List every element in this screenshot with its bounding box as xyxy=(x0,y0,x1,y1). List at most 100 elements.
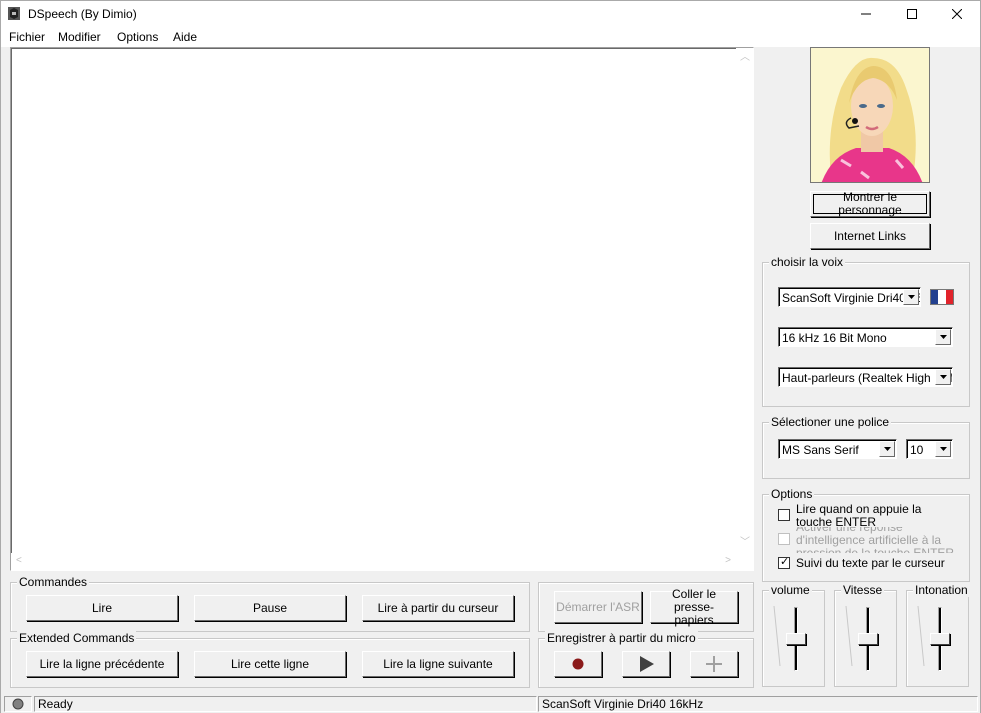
voice-select-value: ScanSoft Virginie Dri40 16kHz xyxy=(782,291,920,305)
option-read-on-enter-checkbox[interactable] xyxy=(778,509,790,521)
read-previous-line-button[interactable]: Lire la ligne précédente xyxy=(26,651,178,677)
speed-label: Vitesse xyxy=(841,583,885,597)
commands-group-label: Commandes xyxy=(17,575,90,589)
close-icon xyxy=(952,9,962,19)
window-title: DSpeech (By Dimio) xyxy=(28,7,137,21)
flag-stripe-blue xyxy=(931,290,939,304)
play-button[interactable] xyxy=(622,651,670,677)
character-image xyxy=(811,48,929,182)
option-ai-response: Activer une réponse d'intelligence artif… xyxy=(778,527,956,553)
scroll-right-icon[interactable]: > xyxy=(725,556,731,566)
close-button[interactable] xyxy=(934,1,980,27)
audio-format-select[interactable]: 16 kHz 16 Bit Mono xyxy=(778,327,953,347)
read-button-label: Lire xyxy=(91,600,112,615)
volume-group: volume xyxy=(762,583,825,687)
read-from-cursor-label: Lire à partir du curseur xyxy=(377,600,499,615)
title-bar: DSpeech (By Dimio) xyxy=(1,1,980,27)
option-ai-response-checkbox xyxy=(778,533,790,545)
speed-group: Vitesse xyxy=(834,583,897,687)
audio-output-select[interactable]: Haut-parleurs (Realtek High Definition A… xyxy=(778,367,953,387)
voice-select[interactable]: ScanSoft Virginie Dri40 16kHz xyxy=(778,287,921,307)
font-size-value: 10 xyxy=(910,443,924,457)
paste-clipboard-button[interactable]: Coller le presse-papiers xyxy=(650,587,738,626)
menu-bar: Fichier Modifier Options Aide xyxy=(1,27,980,47)
volume-slider-thumb[interactable] xyxy=(786,633,806,645)
internet-links-label: Internet Links xyxy=(833,228,907,243)
read-from-cursor-button[interactable]: Lire à partir du curseur xyxy=(362,595,514,621)
start-asr-label: Démarrer l'ASR xyxy=(556,599,640,614)
show-character-label: Montrer le personnage xyxy=(838,190,902,217)
status-voice: ScanSoft Virginie Dri40 16kHz xyxy=(538,696,978,712)
show-character-button[interactable]: Montrer le personnage xyxy=(810,191,930,217)
audio-output-value: Haut-parleurs (Realtek High Definition A… xyxy=(782,371,952,385)
voice-group-label: choisir la voix xyxy=(769,255,846,269)
scroll-down-icon[interactable]: ﹀ xyxy=(740,538,750,548)
chevron-down-icon[interactable] xyxy=(935,369,951,385)
intonation-label: Intonation xyxy=(913,583,970,597)
scroll-left-icon[interactable]: < xyxy=(16,556,22,566)
extended-commands-label: Extended Commands xyxy=(17,631,137,645)
option-read-on-enter[interactable]: Lire quand on appuie la touche ENTER xyxy=(778,503,956,529)
option-follow-cursor-label: Suivi du texte par le curseur xyxy=(796,556,945,570)
menu-fichier[interactable]: Fichier xyxy=(9,30,45,44)
app-window: DSpeech (By Dimio) Fichier Modifier Opti… xyxy=(0,0,981,713)
menu-aide[interactable]: Aide xyxy=(173,30,197,44)
read-previous-line-label: Lire la ligne précédente xyxy=(39,656,165,671)
status-bar: Ready ScanSoft Virginie Dri40 16kHz xyxy=(1,694,980,713)
speed-ticks-icon xyxy=(845,606,853,666)
status-led-icon xyxy=(12,698,24,710)
audio-format-value: 16 kHz 16 Bit Mono xyxy=(782,331,887,345)
volume-label: volume xyxy=(769,583,812,597)
internet-links-button[interactable]: Internet Links xyxy=(810,223,930,249)
read-button[interactable]: Lire xyxy=(26,595,178,621)
minimize-button[interactable] xyxy=(843,1,889,27)
menu-options[interactable]: Options xyxy=(117,30,158,44)
scroll-up-icon[interactable]: ︿ xyxy=(740,53,750,63)
volume-ticks-icon xyxy=(773,606,781,666)
record-button[interactable] xyxy=(554,651,602,677)
option-follow-cursor-checkbox[interactable] xyxy=(778,556,790,569)
play-icon xyxy=(640,656,654,672)
options-group-label: Options xyxy=(769,487,815,501)
maximize-icon xyxy=(907,9,917,19)
read-next-line-button[interactable]: Lire la ligne suivante xyxy=(362,651,514,677)
menu-modifier[interactable]: Modifier xyxy=(58,30,101,44)
record-icon xyxy=(572,658,584,670)
intonation-slider-thumb[interactable] xyxy=(930,633,950,645)
plus-icon xyxy=(706,656,722,672)
vertical-scrollbar[interactable]: ︿ ﹀ xyxy=(736,48,753,554)
maximize-button[interactable] xyxy=(889,1,935,27)
status-indicator xyxy=(4,696,32,712)
paste-clipboard-label: Coller le presse-papiers xyxy=(671,586,716,627)
minimize-icon xyxy=(861,13,871,15)
record-group-label: Enregistrer à partir du micro xyxy=(545,631,698,645)
option-follow-cursor[interactable]: Suivi du texte par le curseur xyxy=(778,556,956,571)
start-asr-button: Démarrer l'ASR xyxy=(554,591,642,623)
font-group-label: Sélectioner une police xyxy=(769,415,892,429)
character-avatar xyxy=(810,47,930,183)
horizontal-scrollbar[interactable]: < > xyxy=(11,553,736,570)
intonation-ticks-icon xyxy=(917,606,925,666)
status-text: Ready xyxy=(34,696,537,712)
add-button[interactable] xyxy=(690,651,738,677)
chevron-down-icon[interactable] xyxy=(903,289,919,305)
chevron-down-icon[interactable] xyxy=(935,329,951,345)
pause-button-label: Pause xyxy=(252,600,288,615)
flag-stripe-white xyxy=(938,290,946,304)
chevron-down-icon[interactable] xyxy=(935,441,951,457)
intonation-group: Intonation xyxy=(906,583,970,687)
pause-button[interactable]: Pause xyxy=(194,595,346,621)
font-select[interactable]: MS Sans Serif xyxy=(778,439,897,459)
flag-stripe-red xyxy=(945,290,953,304)
read-next-line-label: Lire la ligne suivante xyxy=(383,656,493,671)
read-this-line-button[interactable]: Lire cette ligne xyxy=(194,651,346,677)
text-editor[interactable]: ︿ ﹀ < > xyxy=(10,47,754,571)
option-ai-response-label: Activer une réponse d'intelligence artif… xyxy=(796,527,955,553)
font-select-value: MS Sans Serif xyxy=(782,443,859,457)
read-this-line-label: Lire cette ligne xyxy=(230,656,310,671)
france-flag-icon xyxy=(930,289,954,305)
app-icon xyxy=(8,7,20,20)
speed-slider-thumb[interactable] xyxy=(858,633,878,645)
chevron-down-icon[interactable] xyxy=(879,441,895,457)
font-size-select[interactable]: 10 xyxy=(906,439,953,459)
